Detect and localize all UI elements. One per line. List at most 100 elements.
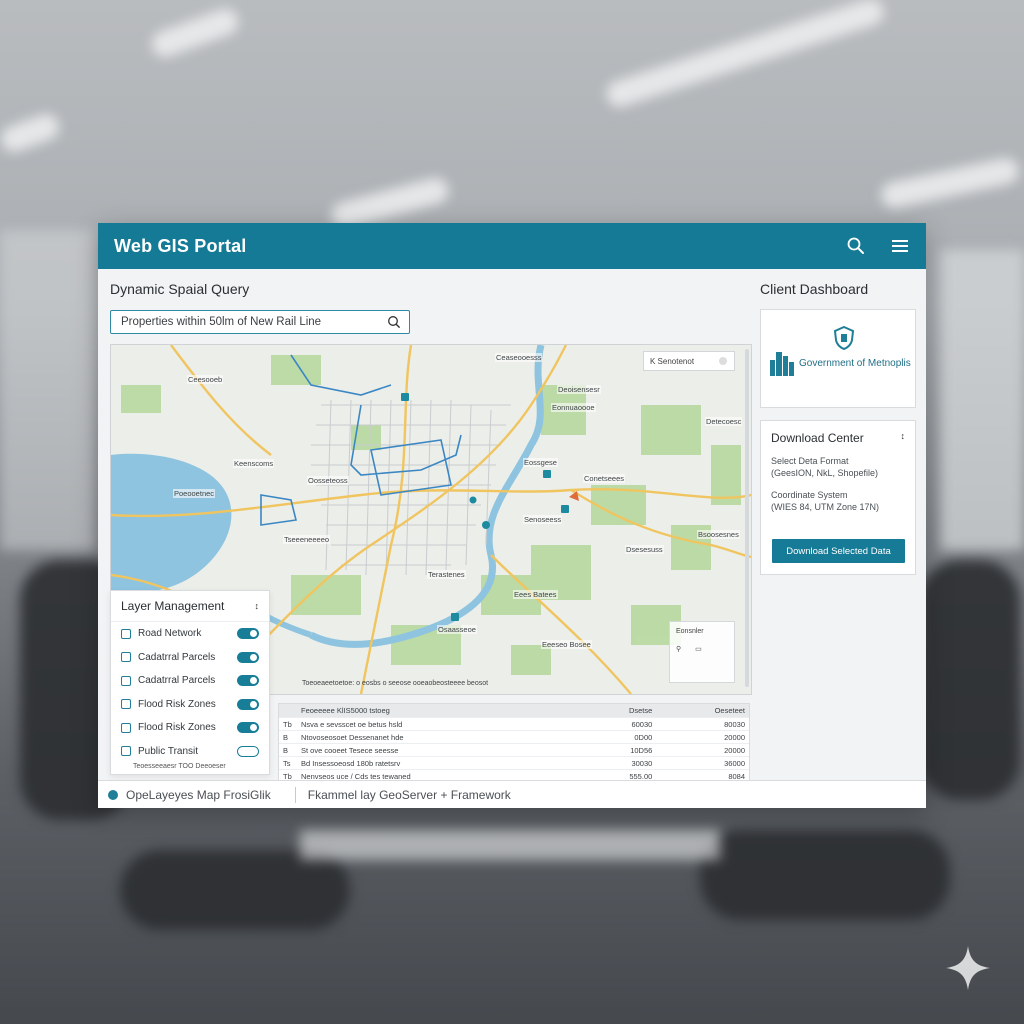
table-row[interactable]: B St ove cooeet Tesece seesse 10D56 20000 — [279, 743, 749, 757]
layer-toggle[interactable] — [237, 675, 259, 687]
table-cell: Ntovoseosoet Dessenanet hde — [297, 730, 581, 744]
query-input[interactable] — [119, 315, 387, 329]
format-value[interactable]: (GeesION, NkL, Shopefile) — [771, 467, 905, 479]
layer-label: Cadatrral Parcels — [138, 675, 216, 687]
layer-management-panel: Layer Management ↕ Road Network Cadatrral… — [110, 590, 270, 775]
layer-label: Flood Risk Zones — [138, 722, 216, 734]
layer-list: Road Network Cadatrral Parcels Cadatrral P… — [111, 622, 269, 763]
query-search-box[interactable] — [110, 310, 410, 334]
map-scrollbar[interactable] — [745, 349, 749, 687]
layer-overflow-text: Teoesseeaesr TOO Deeoeser — [133, 763, 226, 770]
map-label: Eeeseo Bosee — [541, 640, 592, 649]
table-cell: Bd Insessoeosd 180b ratetsrv — [297, 756, 581, 770]
legend-title: Eonsnler — [676, 628, 704, 635]
map-label: Oosseteoss — [307, 476, 349, 485]
map-label: Ceaseooesss — [495, 353, 543, 362]
table-cell: 80030 — [656, 717, 749, 731]
map-label: Eossgese — [523, 458, 558, 467]
map-label: Bsoosesnes — [697, 530, 740, 539]
collapse-icon[interactable]: ↕ — [255, 601, 260, 611]
download-selected-data-button[interactable]: Download Selected Data — [772, 539, 905, 563]
table-row[interactable]: Ts Bd Insessoeosd 180b ratetsrv 30030 36000 — [279, 756, 749, 770]
query-section: Dynamic Spaial Query — [110, 281, 750, 334]
bike-icon: ⚲ — [676, 646, 682, 653]
layer-toggle[interactable] — [237, 745, 259, 757]
map-label: Senoseess — [523, 515, 563, 524]
layer-item[interactable]: Flood Risk Zones — [111, 693, 269, 717]
crs-group[interactable]: Coordinate System (WIES 84, UTM Zone 17N… — [771, 489, 905, 513]
table-cell: 20000 — [656, 743, 749, 757]
government-name: Government of Metnoplis — [799, 358, 911, 369]
map-attribution: Toeoeaeetoetoe: o eosbs o seeose ooeaobe… — [302, 680, 489, 687]
table-header: Feoeeeee KlIS5000 tstoeg — [297, 704, 581, 718]
map-label: Eees Batees — [513, 590, 558, 599]
results-table: Feoeeeee KlIS5000 tstoeg Dsetse Oeseteet… — [278, 703, 750, 781]
format-label: Select Deta Format — [771, 456, 849, 466]
client-dashboard: Client Dashboard Government of Metnoplis… — [760, 281, 916, 575]
shield-icon — [833, 326, 855, 350]
gis-portal-window: Web GIS Portal Dynamic Spaial Query Prop… — [98, 223, 926, 808]
map-label: Tseeeneeeeo — [283, 535, 331, 544]
layer-icon — [121, 628, 131, 639]
table-cell: 30030 — [580, 756, 657, 770]
layer-toggle[interactable] — [237, 628, 259, 640]
search-icon[interactable] — [718, 356, 728, 366]
map-legend: Eonsnler ⚲ ▭ — [669, 621, 735, 683]
map-label: Detecoesc — [705, 417, 743, 426]
table-cell: 60030 — [580, 717, 657, 731]
layer-label: Cadatrral Parcels — [138, 651, 216, 663]
table-header-row: Feoeeeee KlIS5000 tstoeg Dsetse Oeseteet — [279, 704, 749, 718]
table-row[interactable]: B Ntovoseosoet Dessenanet hde 0D00 20000 — [279, 730, 749, 744]
download-center-title: Download Center — [771, 431, 864, 445]
layer-toggle[interactable] — [237, 722, 259, 734]
crs-value[interactable]: (WIES 84, UTM Zone 17N) — [771, 501, 905, 513]
table-cell: 36000 — [656, 756, 749, 770]
crs-label: Coordinate System — [771, 490, 848, 500]
download-center-card: Download Center ↕ Select Deta Format (Ge… — [760, 420, 916, 575]
search-icon[interactable] — [846, 236, 866, 256]
map-label: Terastenes — [427, 570, 466, 579]
format-group[interactable]: Select Deta Format (GeesION, NkL, Shopef… — [771, 455, 905, 479]
table-cell: 20000 — [656, 730, 749, 744]
table-cell: St ove cooeet Tesece seesse — [297, 743, 581, 757]
layer-icon — [121, 652, 131, 663]
search-icon[interactable] — [387, 315, 401, 329]
layer-item[interactable]: Public Transit — [111, 740, 269, 764]
table-row[interactable]: Tb Nsva e sevsscet oe betus hsld 60030 8003… — [279, 717, 749, 731]
app-title: Web GIS Portal — [114, 235, 247, 256]
layer-item[interactable]: Road Network — [111, 622, 269, 646]
map-label: Conetseees — [583, 474, 626, 483]
layer-toggle[interactable] — [237, 651, 259, 663]
map-label: Deoisensesr — [557, 385, 601, 394]
collapse-icon[interactable]: ↕ — [901, 431, 906, 445]
map-label: Poeooetnec — [173, 489, 216, 498]
layer-item[interactable]: Cadatrral Parcels — [111, 669, 269, 693]
layer-icon — [121, 699, 131, 710]
map-label: Keenscoms — [233, 459, 275, 468]
layer-label: Public Transit — [138, 745, 199, 757]
layer-panel-header: Layer Management ↕ — [111, 591, 269, 622]
map-label: Ceesooeb — [187, 375, 224, 384]
table-cell: Nsva e sevsscet oe betus hsld — [297, 717, 581, 731]
layer-item[interactable]: Cadatrral Parcels — [111, 646, 269, 670]
footer: OpeLayeyes Map FrosiGlik Fkammel lay Geo… — [98, 780, 926, 808]
legend-icons: ⚲ ▭ — [676, 645, 728, 653]
table-header: Oeseteet — [656, 704, 749, 718]
footer-divider — [294, 787, 296, 803]
menu-icon[interactable] — [890, 236, 910, 256]
table-cell-mark: B — [279, 743, 297, 757]
city-skyline-icon — [770, 352, 794, 376]
bus-icon: ▭ — [695, 646, 702, 653]
government-card: Government of Metnoplis — [760, 309, 916, 408]
table-cell-mark: B — [279, 730, 297, 744]
sparkle-icon — [946, 946, 990, 990]
table-body: Tb Nsva e sevsscet oe betus hsld 60030 8003… — [279, 717, 749, 780]
map-label: Eonnuaoooe — [551, 403, 596, 412]
table-cell: 0D00 — [580, 730, 657, 744]
layer-item[interactable]: Flood Risk Zones — [111, 716, 269, 740]
map-search-box[interactable]: K Senotenot — [643, 351, 735, 371]
layer-toggle[interactable] — [237, 698, 259, 710]
map-label: Osaasseoe — [437, 625, 477, 634]
top-bar: Web GIS Portal — [98, 223, 926, 269]
map-label: Dsesesuss — [625, 545, 664, 554]
